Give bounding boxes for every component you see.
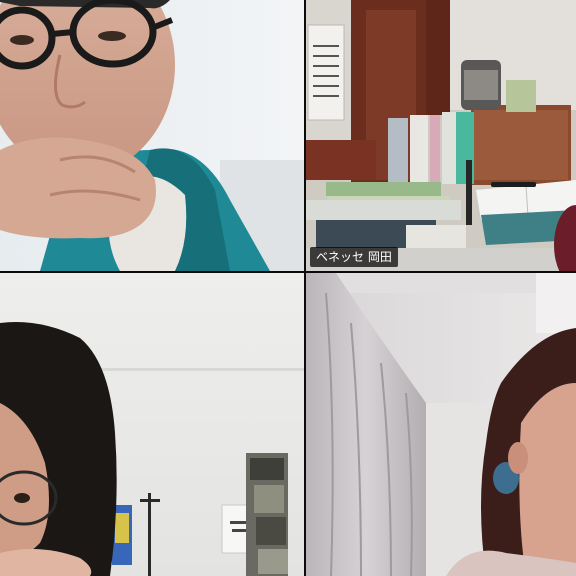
video-tile-participant-4[interactable] xyxy=(306,273,576,576)
video-feed-1 xyxy=(0,0,304,271)
video-feed-4 xyxy=(306,273,576,576)
video-tile-participant-2[interactable]: ベネッセ 岡田 xyxy=(306,0,576,271)
video-feed-2 xyxy=(306,0,576,271)
video-feed-3 xyxy=(0,273,304,576)
video-gallery: ベネッセ 岡田 xyxy=(0,0,576,576)
participant-name-label: ベネッセ 岡田 xyxy=(310,247,398,267)
video-tile-participant-3[interactable] xyxy=(0,273,304,576)
video-tile-participant-1[interactable] xyxy=(0,0,304,271)
